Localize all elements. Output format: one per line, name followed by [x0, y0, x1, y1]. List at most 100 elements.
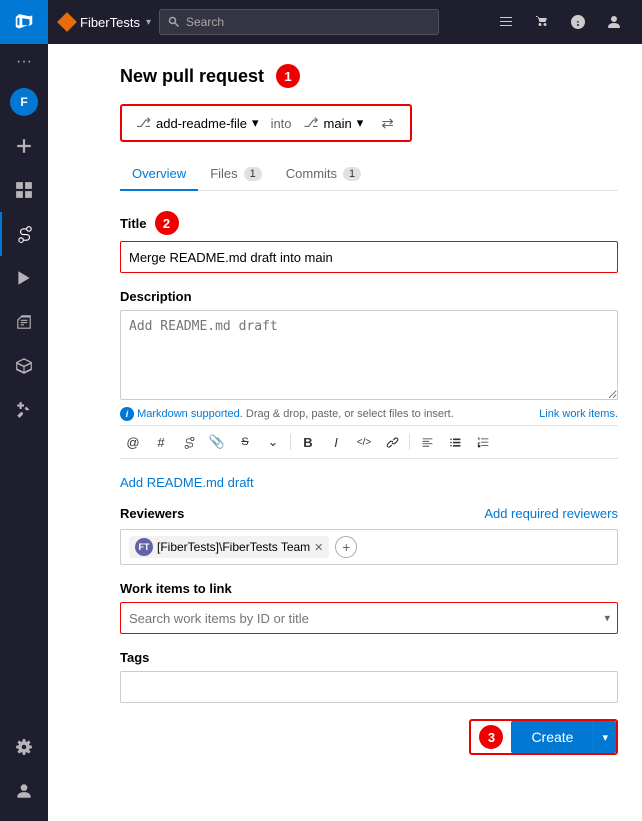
step-badge-2: 2 — [155, 211, 179, 235]
tab-files[interactable]: Files 1 — [198, 158, 274, 191]
menu-list-icon — [498, 14, 514, 30]
into-label: into — [271, 116, 292, 131]
toolbar-at-button[interactable]: @ — [120, 430, 146, 454]
sidebar-top: ··· F — [0, 0, 48, 432]
branch-icon-target: ⎇ — [304, 115, 319, 131]
description-textarea[interactable] — [120, 310, 618, 400]
reviewers-box: FT [FiberTests]\FiberTests Team ✕ + — [120, 529, 618, 565]
add-reviewer-button[interactable]: + — [335, 536, 357, 558]
target-branch-button[interactable]: ⎇ main ▾ — [300, 113, 368, 133]
tab-commits[interactable]: Commits 1 — [274, 158, 373, 191]
tab-files-label: Files — [210, 166, 237, 181]
marketplace-icon — [534, 14, 550, 30]
extensions-icon — [15, 401, 33, 419]
brand-diamond-icon — [57, 12, 77, 32]
swap-branches-button[interactable]: ⇄ — [375, 112, 400, 134]
toolbar-pr-button[interactable] — [176, 430, 202, 454]
boards-icon — [15, 181, 33, 199]
search-bar[interactable]: Search — [159, 9, 439, 35]
page-title: New pull request — [120, 66, 264, 87]
work-items-label: Work items to link — [120, 581, 618, 596]
target-branch-caret: ▾ — [357, 115, 364, 131]
tags-section: Tags — [120, 650, 618, 703]
tab-files-count: 1 — [244, 167, 262, 181]
align-icon — [421, 436, 434, 449]
toolbar-hash-button[interactable]: # — [148, 430, 174, 454]
plus-icon — [15, 137, 33, 155]
sidebar-item-add[interactable] — [0, 124, 48, 168]
description-label: Description — [120, 289, 618, 304]
toolbar-attach-button[interactable]: 📎 — [204, 430, 230, 454]
profile-icon — [606, 14, 622, 30]
sidebar-item-settings[interactable] — [0, 725, 48, 769]
tags-label: Tags — [120, 650, 618, 665]
source-branch-name: add-readme-file — [156, 116, 247, 131]
toolbar-bold-button[interactable]: B — [295, 430, 321, 454]
branch-selector: ⎇ add-readme-file ▾ into ⎇ main ▾ ⇄ — [120, 104, 412, 142]
work-items-wrapper: ▾ — [120, 602, 618, 634]
list-icon[interactable] — [490, 6, 522, 38]
markdown-toolbar: @ # 📎 S ⌄ B I </> — [120, 425, 618, 459]
sidebar-logo[interactable] — [0, 0, 48, 44]
help-icon[interactable] — [562, 6, 594, 38]
user-icon — [15, 782, 33, 800]
topbar-brand[interactable]: FiberTests ▾ — [60, 15, 151, 30]
link-work-items-link[interactable]: Link work items. — [539, 408, 618, 420]
tab-overview-label: Overview — [132, 166, 186, 181]
unordered-list-icon — [449, 436, 462, 449]
question-icon — [570, 14, 586, 30]
tabs-nav: Overview Files 1 Commits 1 — [120, 158, 618, 191]
reviewer-remove-button[interactable]: ✕ — [314, 541, 323, 554]
sidebar-item-artifacts[interactable] — [0, 344, 48, 388]
sidebar-item-repos[interactable] — [0, 212, 48, 256]
cart-icon[interactable] — [526, 6, 558, 38]
toolbar-italic-button[interactable]: I — [323, 430, 349, 454]
toolbar-align-button[interactable] — [414, 430, 440, 454]
work-items-input[interactable] — [120, 602, 618, 634]
source-branch-caret: ▾ — [252, 115, 259, 131]
artifacts-icon — [15, 357, 33, 375]
reviewer-avatar: FT — [135, 538, 153, 556]
markdown-note: i Markdown supported. Drag & drop, paste… — [120, 407, 618, 421]
add-required-reviewers-link[interactable]: Add required reviewers — [484, 506, 618, 521]
repos-icon — [16, 225, 34, 243]
draft-link[interactable]: Add README.md draft — [120, 475, 618, 490]
toolbar-code-button[interactable]: </> — [351, 430, 377, 454]
create-button-group: 3 Create ▾ — [469, 719, 618, 755]
reviewer-tag: FT [FiberTests]\FiberTests Team ✕ — [129, 536, 329, 558]
toolbar-ol-button[interactable] — [470, 430, 496, 454]
user-avatar-nav[interactable]: F — [0, 80, 48, 124]
markdown-link[interactable]: Markdown supported. — [137, 408, 243, 420]
ordered-list-icon — [477, 436, 490, 449]
title-label: Title 2 — [120, 211, 618, 235]
toolbar-link-button[interactable] — [379, 430, 405, 454]
toolbar-separator-1 — [290, 434, 291, 450]
tags-input[interactable] — [120, 671, 618, 703]
topbar-actions — [490, 6, 630, 38]
toolbar-strikethrough-button[interactable]: S — [232, 430, 258, 454]
tab-overview[interactable]: Overview — [120, 158, 198, 191]
description-section: Description i Markdown supported. Drag &… — [120, 289, 618, 459]
page-header: New pull request 1 — [120, 64, 618, 88]
source-branch-button[interactable]: ⎇ add-readme-file ▾ — [132, 113, 263, 133]
sidebar-item-testplans[interactable] — [0, 300, 48, 344]
title-section: Title 2 — [120, 211, 618, 273]
toolbar-ul-button[interactable] — [442, 430, 468, 454]
sidebar-item-extensions[interactable] — [0, 388, 48, 432]
hamburger-icon[interactable]: ··· — [0, 44, 48, 80]
sidebar-bottom — [0, 725, 48, 821]
toolbar-chevron-button[interactable]: ⌄ — [260, 430, 286, 454]
title-input[interactable] — [120, 241, 618, 273]
toolbar-separator-2 — [409, 434, 410, 450]
footer: 3 Create ▾ — [120, 719, 618, 755]
sidebar-item-pipelines[interactable] — [0, 256, 48, 300]
sidebar-item-boards[interactable] — [0, 168, 48, 212]
user-profile-icon[interactable] — [598, 6, 630, 38]
create-button[interactable]: Create — [511, 721, 593, 753]
sidebar-item-user[interactable] — [0, 769, 48, 813]
create-dropdown-button[interactable]: ▾ — [593, 721, 616, 753]
search-icon — [168, 16, 180, 28]
sidebar: ··· F — [0, 0, 48, 821]
topbar: FiberTests ▾ Search — [48, 0, 642, 44]
reviewers-label: Reviewers — [120, 506, 184, 521]
